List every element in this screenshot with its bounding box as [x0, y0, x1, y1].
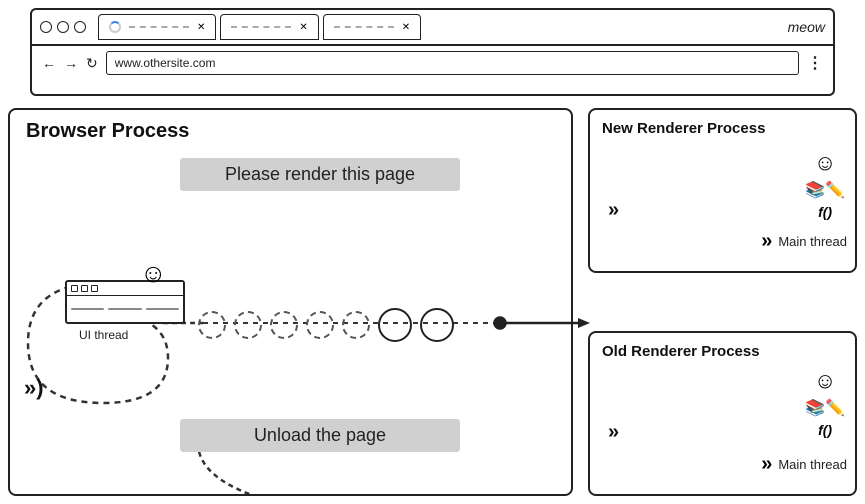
tab-close-3[interactable]: ✕ — [402, 22, 410, 33]
ui-thread-box — [65, 280, 185, 324]
circle-4 — [306, 311, 334, 339]
mini-btn-1 — [71, 285, 78, 292]
ui-thread-body — [67, 296, 183, 322]
new-renderer-icons: ☺ 📚✏️ f() — [805, 150, 845, 220]
timeline-circles — [198, 308, 454, 342]
old-renderer-box: Old Renderer Process ☺ 📚✏️ f() » Main th… — [588, 331, 857, 496]
ui-line-2 — [108, 308, 141, 310]
mini-btn-3 — [91, 285, 98, 292]
main-thread-label-new: Main thread — [778, 234, 847, 249]
old-renderer-label: Old Renderer Process — [602, 343, 760, 360]
tab-spinner — [109, 21, 121, 33]
render-banner: Please render this page — [180, 158, 460, 191]
ui-line-1 — [71, 308, 104, 310]
ui-thread: UI thread — [65, 280, 185, 324]
mini-btn-2 — [81, 285, 88, 292]
unload-banner: Unload the page — [180, 419, 460, 452]
diagram-area: » » Browser Process Please render this p… — [8, 108, 857, 496]
circle-2 — [234, 311, 262, 339]
new-renderer-box: New Renderer Process ☺ 📚✏️ f() » Main th… — [588, 108, 857, 273]
circle-6 — [378, 308, 412, 342]
meow-label: meow — [788, 19, 825, 35]
smiley-browser: ☺ — [140, 258, 167, 289]
reload-button[interactable]: ↻ — [86, 55, 98, 72]
main-thread-label-old: Main thread — [778, 457, 847, 472]
close-btn[interactable] — [40, 21, 52, 33]
address-input[interactable] — [106, 51, 799, 75]
old-renderer-icons: ☺ 📚✏️ f() — [805, 368, 845, 438]
circle-3 — [270, 311, 298, 339]
tab-dash-2 — [231, 26, 291, 28]
tab-dash-3 — [334, 26, 394, 28]
browser-process-box: Browser Process Please render this page … — [8, 108, 573, 496]
back-button[interactable]: ← — [42, 55, 56, 71]
tab-1[interactable]: ✕ — [98, 14, 216, 40]
circle-1 — [198, 311, 226, 339]
min-btn[interactable] — [57, 21, 69, 33]
new-renderer-label: New Renderer Process — [602, 120, 765, 137]
tab-bar: ✕ ✕ ✕ meow — [32, 10, 833, 46]
forward-button[interactable]: → — [64, 55, 78, 71]
circle-5 — [342, 311, 370, 339]
ui-line-3 — [146, 308, 179, 310]
tab-dash-1 — [129, 26, 189, 28]
address-bar-row: ← → ↻ ⋮ — [32, 46, 833, 80]
old-renderer-main-thread: » Main thread — [761, 453, 847, 476]
new-renderer-main-thread: » Main thread — [761, 230, 847, 253]
ui-thread-label: UI thread — [79, 328, 128, 342]
left-chevrons: ») — [24, 375, 44, 401]
tab-close-1[interactable]: ✕ — [197, 22, 205, 33]
menu-dots[interactable]: ⋮ — [807, 53, 823, 73]
tab-2[interactable]: ✕ — [220, 14, 318, 40]
browser-process-label: Browser Process — [26, 120, 189, 143]
max-btn[interactable] — [74, 21, 86, 33]
tab-3[interactable]: ✕ — [323, 14, 421, 40]
window-controls — [40, 21, 86, 33]
tab-close-2[interactable]: ✕ — [299, 22, 307, 33]
circle-7 — [420, 308, 454, 342]
browser-window: ✕ ✕ ✕ meow ← → ↻ ⋮ — [30, 8, 835, 96]
